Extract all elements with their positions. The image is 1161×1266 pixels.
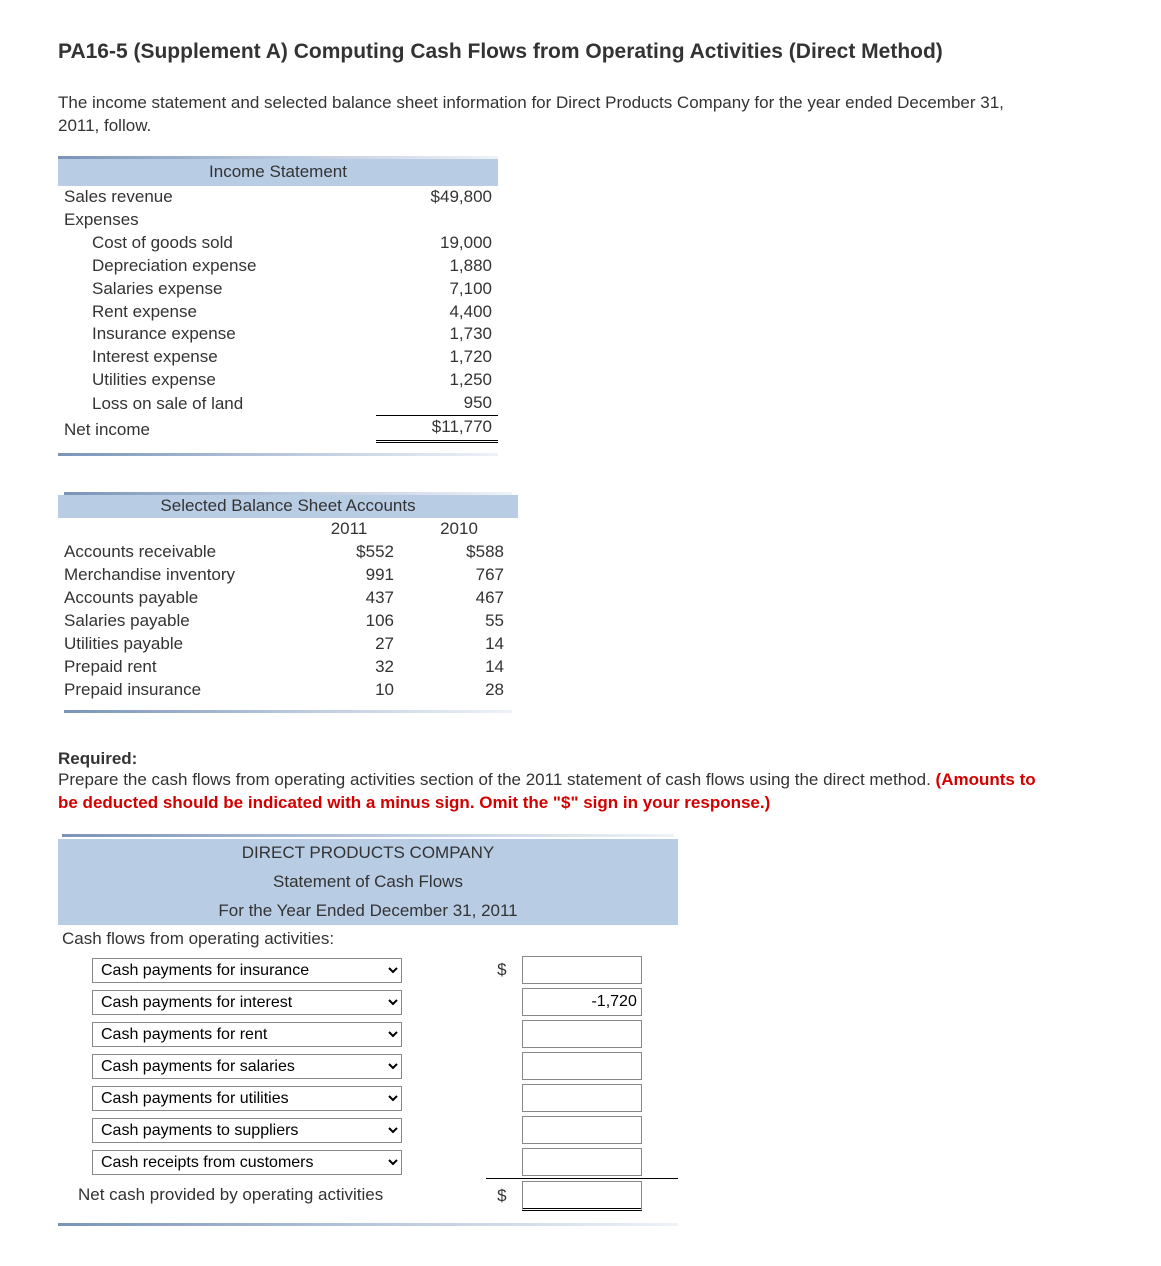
is-row-label: Insurance expense [58,323,376,346]
cash-flow-input[interactable] [522,1084,642,1112]
cash-flow-input[interactable] [522,1052,642,1080]
cash-flow-select[interactable]: Cash payments for insurance [92,958,402,983]
is-row-value: 1,720 [376,346,498,369]
is-row-label: Salaries expense [58,278,376,301]
cash-flow-select[interactable]: Cash payments to suppliers [92,1118,402,1143]
page-title: PA16-5 (Supplement A) Computing Cash Flo… [58,40,1103,64]
is-row-value [376,209,498,232]
is-row-label: Cost of goods sold [58,232,376,255]
bs-row-2010: 767 [408,564,518,587]
net-cash-label: Net cash provided by operating activitie… [58,1179,486,1214]
bs-row-label: Accounts receivable [58,541,298,564]
cash-flow-input[interactable] [522,1148,642,1176]
is-row-value: 950 [376,392,498,415]
bs-row-2011: 32 [298,656,408,679]
bs-row-2010: 28 [408,679,518,702]
bs-row-label: Prepaid insurance [58,679,298,702]
balance-sheet-table: Selected Balance Sheet Accounts 2011 201… [58,492,1103,712]
company-name: DIRECT PRODUCTS COMPANY [58,839,678,868]
cash-flow-select[interactable]: Cash payments for utilities [92,1086,402,1111]
is-row-value: 4,400 [376,301,498,324]
bs-row-label: Accounts payable [58,587,298,610]
required-body: Prepare the cash flows from operating ac… [58,770,936,789]
net-income-label: Net income [58,416,376,442]
balance-sheet-header: Selected Balance Sheet Accounts [58,495,518,518]
is-row-value: 1,730 [376,323,498,346]
net-dollar-sign: $ [486,1179,518,1214]
required-label: Required: [58,749,1103,769]
dollar-sign: $ [486,954,518,986]
is-row-label: Sales revenue [58,186,376,209]
period-label: For the Year Ended December 31, 2011 [58,897,678,926]
cash-flow-select[interactable]: Cash payments for salaries [92,1054,402,1079]
is-row-label: Interest expense [58,346,376,369]
cash-flow-input[interactable] [522,988,642,1016]
is-row-label: Depreciation expense [58,255,376,278]
is-row-label: Utilities expense [58,369,376,392]
is-row-value: $49,800 [376,186,498,209]
dollar-sign [486,1146,518,1179]
dollar-sign [486,1114,518,1146]
bs-row-2011: 27 [298,633,408,656]
is-row-label: Loss on sale of land [58,392,376,415]
income-statement-table: Income Statement Sales revenue$49,800Exp… [58,156,1103,456]
is-row-value: 7,100 [376,278,498,301]
is-row-label: Expenses [58,209,376,232]
is-row-label: Rent expense [58,301,376,324]
statement-name: Statement of Cash Flows [58,868,678,897]
required-text: Prepare the cash flows from operating ac… [58,769,1058,815]
bs-row-2011: 437 [298,587,408,610]
bs-row-2011: 10 [298,679,408,702]
section-title: Cash flows from operating activities: [58,925,678,954]
year-2010: 2010 [408,518,518,541]
dollar-sign [486,986,518,1018]
cash-flow-input[interactable] [522,1116,642,1144]
bs-row-2010: 14 [408,633,518,656]
bs-row-2010: 14 [408,656,518,679]
bs-row-label: Salaries payable [58,610,298,633]
net-cash-input[interactable] [522,1181,642,1211]
bs-row-2011: 991 [298,564,408,587]
income-statement-header: Income Statement [58,159,498,186]
bs-row-2011: $552 [298,541,408,564]
bs-row-2010: 467 [408,587,518,610]
bs-row-label: Prepaid rent [58,656,298,679]
dollar-sign [486,1050,518,1082]
cash-flow-input[interactable] [522,956,642,984]
is-row-value: 1,880 [376,255,498,278]
answer-table: DIRECT PRODUCTS COMPANY Statement of Cas… [58,832,678,1213]
cash-flow-select[interactable]: Cash payments for rent [92,1022,402,1047]
net-income-value: $11,770 [376,416,498,442]
dollar-sign [486,1082,518,1114]
cash-flow-input[interactable] [522,1020,642,1048]
cash-flow-select[interactable]: Cash receipts from customers [92,1150,402,1175]
intro-text: The income statement and selected balanc… [58,92,1038,138]
cash-flow-select[interactable]: Cash payments for interest [92,990,402,1015]
year-2011: 2011 [298,518,408,541]
is-row-value: 19,000 [376,232,498,255]
bs-row-2010: $588 [408,541,518,564]
bs-row-2010: 55 [408,610,518,633]
bs-row-label: Merchandise inventory [58,564,298,587]
bs-row-label: Utilities payable [58,633,298,656]
dollar-sign [486,1018,518,1050]
is-row-value: 1,250 [376,369,498,392]
bs-row-2011: 106 [298,610,408,633]
